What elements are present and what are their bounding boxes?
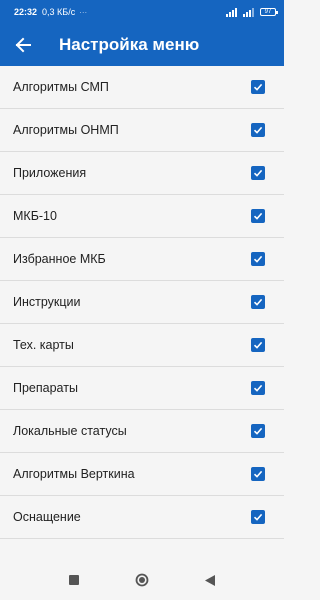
- menu-item-label: Оснащение: [13, 510, 81, 524]
- menu-item-row[interactable]: МКБ-10: [0, 195, 284, 238]
- checkmark-icon: [253, 212, 263, 220]
- checkmark-icon: [253, 427, 263, 435]
- menu-item-row[interactable]: Препараты: [0, 367, 284, 410]
- menu-item-checkbox[interactable]: [251, 295, 265, 309]
- system-back-button[interactable]: [199, 569, 221, 591]
- signal-icon: [226, 7, 238, 17]
- status-time: 22:32: [14, 7, 38, 17]
- menu-item-label: Препараты: [13, 381, 78, 395]
- circle-icon: [135, 573, 149, 587]
- page-title: Настройка меню: [59, 35, 200, 54]
- menu-item-label: Избранное МКБ: [13, 252, 106, 266]
- checkmark-icon: [253, 298, 263, 306]
- menu-item-row[interactable]: Инструкции: [0, 281, 284, 324]
- menu-item-label: Алгоритмы Верткина: [13, 467, 135, 481]
- checkmark-icon: [253, 470, 263, 478]
- menu-item-row[interactable]: Оснащение: [0, 496, 284, 539]
- menu-item-row[interactable]: Избранное МКБ: [0, 238, 284, 281]
- menu-item-label: МКБ-10: [13, 209, 57, 223]
- menu-item-checkbox[interactable]: [251, 381, 265, 395]
- checkmark-icon: [253, 341, 263, 349]
- recents-button[interactable]: [63, 569, 85, 591]
- menu-item-checkbox[interactable]: [251, 166, 265, 180]
- checkmark-icon: [253, 384, 263, 392]
- battery-icon: 97: [260, 8, 278, 16]
- menu-item-row[interactable]: Локальные статусы: [0, 410, 284, 453]
- menu-item-checkbox[interactable]: [251, 252, 265, 266]
- wifi-signal-icon: [243, 7, 255, 17]
- back-button[interactable]: [2, 24, 44, 66]
- menu-item-checkbox[interactable]: [251, 338, 265, 352]
- menu-item-row[interactable]: Тех. карты: [0, 324, 284, 367]
- menu-item-checkbox[interactable]: [251, 209, 265, 223]
- square-icon: [69, 575, 79, 585]
- app-bar: Настройка меню: [0, 24, 284, 66]
- system-nav-bar: [0, 560, 284, 600]
- menu-item-checkbox[interactable]: [251, 467, 265, 481]
- menu-item-label: Тех. карты: [13, 338, 74, 352]
- arrow-back-icon: [15, 37, 31, 53]
- checkmark-icon: [253, 169, 263, 177]
- status-net-speed: 0,3 КБ/с: [42, 7, 76, 17]
- status-bar: 22:32 0,3 КБ/с ··· 97: [0, 0, 284, 24]
- menu-item-label: Алгоритмы ОНМП: [13, 123, 119, 137]
- checkmark-icon: [253, 126, 263, 134]
- menu-item-checkbox[interactable]: [251, 80, 265, 94]
- menu-item-checkbox[interactable]: [251, 424, 265, 438]
- menu-item-row[interactable]: Приложения: [0, 152, 284, 195]
- checkmark-icon: [253, 255, 263, 263]
- menu-item-label: Приложения: [13, 166, 87, 180]
- menu-item-row[interactable]: Алгоритмы Верткина: [0, 453, 284, 496]
- triangle-back-icon: [205, 574, 215, 586]
- menu-item-label: Инструкции: [13, 295, 81, 309]
- menu-item-checkbox[interactable]: [251, 123, 265, 137]
- menu-item-label: Алгоритмы СМП: [13, 80, 109, 94]
- checkmark-icon: [253, 513, 263, 521]
- menu-item-row[interactable]: Алгоритмы ОНМП: [0, 109, 284, 152]
- menu-item-row[interactable]: Алгоритмы СМП: [0, 66, 284, 109]
- menu-item-checkbox[interactable]: [251, 510, 265, 524]
- home-button[interactable]: [131, 569, 153, 591]
- menu-item-label: Локальные статусы: [13, 424, 127, 438]
- menu-settings-list: Алгоритмы СМП Алгоритмы ОНМП Приложения МКБ…: [0, 66, 284, 539]
- status-notification-dots: ···: [79, 7, 88, 17]
- checkmark-icon: [253, 83, 263, 91]
